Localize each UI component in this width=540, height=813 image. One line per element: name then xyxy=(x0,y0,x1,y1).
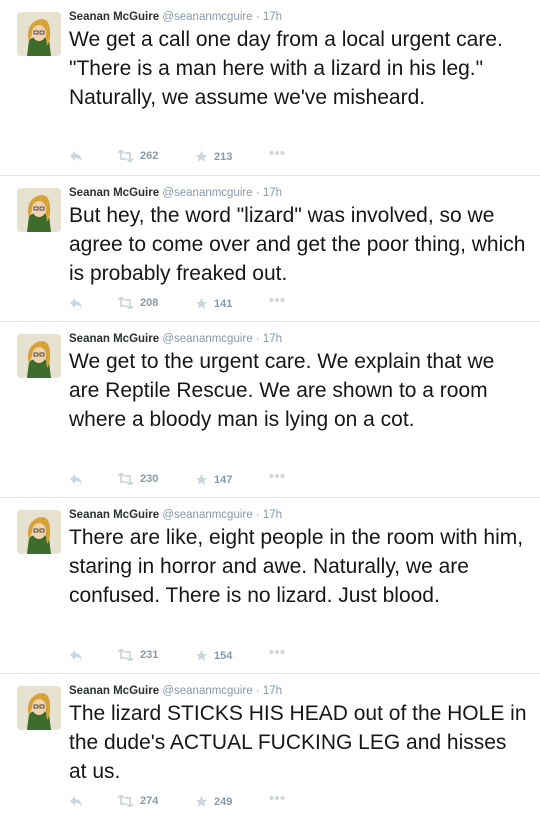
favorite-count: 249 xyxy=(214,795,233,808)
star-icon xyxy=(195,649,208,661)
tweet-text: The lizard STICKS HIS HEAD out of the HO… xyxy=(69,702,527,783)
retweet-button[interactable]: 208 xyxy=(117,297,158,309)
favorite-button[interactable]: 213 xyxy=(195,150,232,163)
timestamp[interactable]: 17h xyxy=(263,509,282,521)
reply-button[interactable] xyxy=(69,297,83,309)
avatar[interactable] xyxy=(17,334,61,378)
avatar[interactable] xyxy=(17,686,61,730)
reply-button[interactable] xyxy=(69,473,83,485)
favorite-button[interactable]: 249 xyxy=(195,795,232,808)
avatar[interactable] xyxy=(17,12,61,56)
tweet-card[interactable]: Seanan McGuire @seananmcguire · 17h We g… xyxy=(0,0,540,176)
reply-icon xyxy=(70,650,82,660)
reply-icon xyxy=(70,151,82,161)
retweet-icon xyxy=(117,795,134,807)
tweet-text: There are like, eight people in the room… xyxy=(69,526,524,607)
retweet-button[interactable]: 274 xyxy=(117,795,158,807)
user-handle[interactable]: @seananmcguire xyxy=(162,685,252,697)
tweet-header: Seanan McGuire @seananmcguire · 17h xyxy=(69,683,282,699)
tweet-card[interactable]: Seanan McGuire @seananmcguire · 17h Ther… xyxy=(0,498,540,674)
star-icon xyxy=(195,297,208,309)
timestamp[interactable]: 17h xyxy=(263,685,282,697)
favorite-button[interactable]: 141 xyxy=(195,297,232,310)
favorite-count: 141 xyxy=(214,297,233,310)
tweet-text: We get to the urgent care. We explain th… xyxy=(69,350,495,431)
favorite-count: 147 xyxy=(214,473,233,486)
tweet-card[interactable]: Seanan McGuire @seananmcguire · 17h We g… xyxy=(0,322,540,498)
user-name[interactable]: Seanan McGuire xyxy=(69,11,159,23)
star-icon xyxy=(195,795,208,807)
tweet-header: Seanan McGuire @seananmcguire · 17h xyxy=(69,331,282,347)
favorite-count: 213 xyxy=(214,150,233,163)
more-button[interactable] xyxy=(269,473,285,479)
retweet-count: 231 xyxy=(140,649,159,661)
tweet-header: Seanan McGuire @seananmcguire · 17h xyxy=(69,9,282,25)
retweet-count: 274 xyxy=(140,795,159,807)
separator: · xyxy=(255,509,260,521)
retweet-button[interactable]: 231 xyxy=(117,649,158,661)
reply-icon xyxy=(70,298,82,308)
more-icon xyxy=(269,151,285,155)
user-name[interactable]: Seanan McGuire xyxy=(69,509,159,521)
retweet-count: 262 xyxy=(140,150,159,162)
more-icon xyxy=(269,796,285,800)
timestamp[interactable]: 17h xyxy=(263,333,282,345)
more-button[interactable] xyxy=(269,297,285,303)
tweet-text: But hey, the word "lizard" was involved,… xyxy=(69,204,526,285)
retweet-button[interactable]: 230 xyxy=(117,473,158,485)
tweet-header: Seanan McGuire @seananmcguire · 17h xyxy=(69,185,282,201)
favorite-count: 154 xyxy=(214,649,233,662)
favorite-button[interactable]: 147 xyxy=(195,473,232,486)
more-icon xyxy=(269,474,285,478)
retweet-icon xyxy=(117,297,134,309)
reply-button[interactable] xyxy=(69,150,83,162)
user-name[interactable]: Seanan McGuire xyxy=(69,187,159,199)
more-button[interactable] xyxy=(269,795,285,801)
user-name[interactable]: Seanan McGuire xyxy=(69,685,159,697)
retweet-icon xyxy=(117,649,134,661)
retweet-count: 230 xyxy=(140,473,159,485)
avatar[interactable] xyxy=(17,510,61,554)
separator: · xyxy=(255,685,260,697)
tweet-card[interactable]: Seanan McGuire @seananmcguire · 17h But … xyxy=(0,176,540,322)
star-icon xyxy=(195,473,208,485)
favorite-button[interactable]: 154 xyxy=(195,649,232,662)
tweet-text: We get a call one day from a local urgen… xyxy=(69,28,503,109)
reply-icon xyxy=(70,796,82,806)
user-handle[interactable]: @seananmcguire xyxy=(162,11,252,23)
tweet-card[interactable]: Seanan McGuire @seananmcguire · 17h The … xyxy=(0,674,540,810)
star-icon xyxy=(195,150,208,162)
user-name[interactable]: Seanan McGuire xyxy=(69,333,159,345)
reply-button[interactable] xyxy=(69,795,83,807)
more-button[interactable] xyxy=(269,150,285,156)
retweet-button[interactable]: 262 xyxy=(117,150,158,162)
separator: · xyxy=(255,333,260,345)
user-handle[interactable]: @seananmcguire xyxy=(162,509,252,521)
reply-button[interactable] xyxy=(69,649,83,661)
retweet-icon xyxy=(117,473,134,485)
separator: · xyxy=(255,11,260,23)
separator: · xyxy=(255,187,260,199)
user-handle[interactable]: @seananmcguire xyxy=(162,187,252,199)
retweet-icon xyxy=(117,150,134,162)
more-button[interactable] xyxy=(269,649,285,655)
timestamp[interactable]: 17h xyxy=(263,187,282,199)
more-icon xyxy=(269,650,285,654)
avatar[interactable] xyxy=(17,188,61,232)
reply-icon xyxy=(70,474,82,484)
timestamp[interactable]: 17h xyxy=(263,11,282,23)
more-icon xyxy=(269,298,285,302)
retweet-count: 208 xyxy=(140,297,159,309)
tweet-header: Seanan McGuire @seananmcguire · 17h xyxy=(69,507,282,523)
user-handle[interactable]: @seananmcguire xyxy=(162,333,252,345)
